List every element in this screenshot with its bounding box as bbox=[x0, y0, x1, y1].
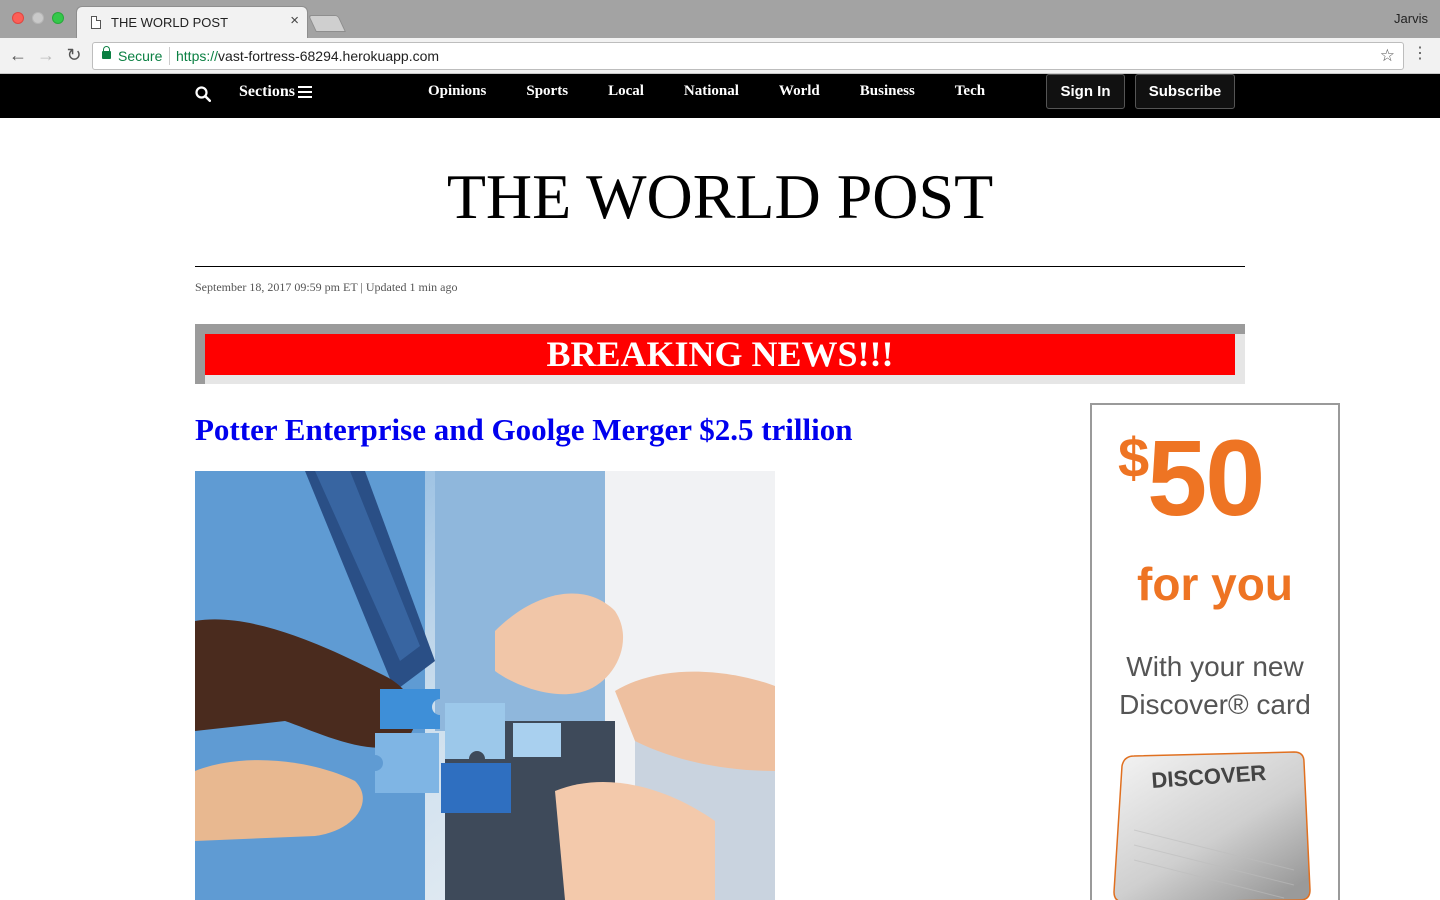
breaking-news-banner: BREAKING NEWS!!! bbox=[205, 334, 1235, 375]
nav-link-national[interactable]: National bbox=[684, 83, 739, 100]
nav-link-world[interactable]: World bbox=[779, 83, 820, 100]
nav-link-tech[interactable]: Tech bbox=[955, 83, 985, 100]
new-tab-button[interactable] bbox=[308, 15, 346, 32]
star-icon[interactable]: ☆ bbox=[1380, 46, 1395, 66]
ad-line-1: With your new bbox=[1126, 651, 1304, 682]
ad-for-you: for you bbox=[1137, 558, 1293, 610]
hamburger-icon[interactable] bbox=[298, 86, 312, 98]
site-nav: Sections Opinions Sports Local National … bbox=[0, 74, 1440, 118]
back-icon[interactable]: ← bbox=[8, 45, 28, 66]
url-scheme: https:// bbox=[176, 48, 219, 64]
nav-link-opinions[interactable]: Opinions bbox=[428, 83, 486, 100]
nav-link-sports[interactable]: Sports bbox=[526, 83, 568, 100]
search-icon[interactable] bbox=[195, 86, 211, 102]
tab-close-icon[interactable]: × bbox=[290, 12, 299, 29]
url-host: vast-fortress-68294.herokuapp.com bbox=[218, 48, 440, 64]
subscribe-button[interactable]: Subscribe bbox=[1135, 74, 1235, 109]
ad-amount: $50 bbox=[1118, 417, 1265, 538]
reload-icon[interactable]: ↻ bbox=[64, 45, 84, 66]
discover-ad[interactable]: $50 for you With your new Discover® card… bbox=[1090, 403, 1340, 900]
dateline: September 18, 2017 09:59 pm ET | Updated… bbox=[195, 280, 458, 294]
article-image[interactable] bbox=[195, 471, 775, 900]
sign-in-button[interactable]: Sign In bbox=[1046, 74, 1125, 109]
browser-toolbar: ← → ↻ Secure https://vast-fortress-68294… bbox=[0, 38, 1440, 74]
profile-name[interactable]: Jarvis bbox=[1394, 11, 1428, 26]
sections-menu[interactable]: Sections bbox=[239, 83, 295, 101]
browser-titlebar: THE WORLD POST × Jarvis bbox=[0, 0, 1440, 38]
discover-card-image: DISCOVER bbox=[1113, 751, 1311, 900]
masthead-divider bbox=[195, 266, 1245, 267]
nav-link-business[interactable]: Business bbox=[860, 83, 915, 100]
zoom-window-button[interactable] bbox=[52, 12, 64, 24]
url-text[interactable]: https://vast-fortress-68294.herokuapp.co… bbox=[176, 48, 439, 64]
url-separator bbox=[169, 47, 170, 65]
document-icon bbox=[91, 16, 101, 29]
secure-label: Secure bbox=[118, 48, 163, 64]
puzzle-hands-photo bbox=[195, 471, 775, 900]
ad-line-2: Discover® card bbox=[1119, 689, 1311, 720]
browser-tab[interactable]: THE WORLD POST × bbox=[76, 6, 308, 38]
nav-links: Opinions Sports Local National World Bus… bbox=[428, 83, 1025, 100]
address-bar[interactable]: Secure https://vast-fortress-68294.herok… bbox=[92, 42, 1404, 70]
forward-icon[interactable]: → bbox=[36, 45, 56, 66]
close-window-button[interactable] bbox=[12, 12, 24, 24]
nav-link-local[interactable]: Local bbox=[608, 83, 644, 100]
minimize-window-button[interactable] bbox=[32, 12, 44, 24]
tab-title: THE WORLD POST bbox=[111, 15, 229, 30]
masthead-title: THE WORLD POST bbox=[446, 161, 994, 232]
lock-icon bbox=[102, 46, 111, 59]
article-headline-link[interactable]: Potter Enterprise and Goolge Merger $2.5… bbox=[195, 412, 852, 448]
kebab-menu-icon[interactable]: ⋮ bbox=[1412, 46, 1428, 62]
